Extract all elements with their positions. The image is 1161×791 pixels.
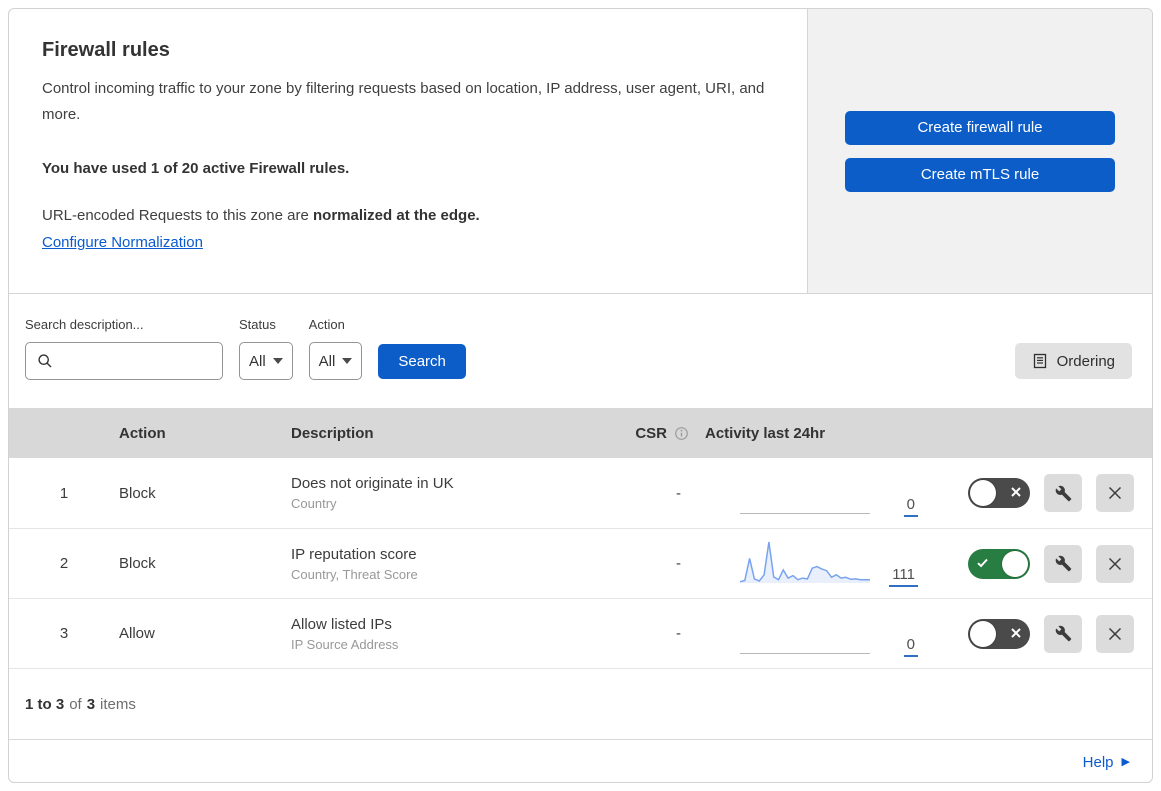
table-header: Action Description CSR Activity last 24h… (9, 408, 1152, 458)
rule-action: Block (119, 555, 156, 572)
close-icon (1107, 485, 1123, 501)
column-header-description: Description (291, 424, 374, 442)
rules-table-body: 1 Block Does not originate in UK Country… (9, 458, 1152, 669)
help-link[interactable]: Help ▶ (1083, 754, 1130, 771)
activity-sparkline-empty (740, 653, 870, 654)
delete-rule-button[interactable] (1096, 544, 1134, 583)
wrench-icon (1055, 485, 1072, 502)
rule-action: Block (119, 484, 156, 502)
actions-panel: Create firewall rule Create mTLS rule (807, 9, 1152, 293)
column-header-action: Action (119, 424, 166, 442)
info-icon[interactable] (674, 426, 689, 441)
column-header-csr: CSR (635, 424, 667, 442)
header-section: Firewall rules Control incoming traffic … (9, 9, 1152, 294)
toggle-knob (1002, 550, 1028, 577)
toggle-knob (970, 480, 996, 506)
ordering-button[interactable]: Ordering (1014, 343, 1132, 379)
usage-summary: You have used 1 of 20 active Firewall ru… (42, 160, 350, 177)
chevron-down-icon (342, 358, 353, 364)
close-icon (1107, 556, 1123, 572)
search-button[interactable]: Search (378, 344, 466, 379)
table-row: 3 Allow Allow listed IPs IP Source Addre… (9, 598, 1152, 668)
create-firewall-rule-button[interactable]: Create firewall rule (845, 110, 1115, 145)
x-icon (1011, 625, 1021, 643)
filter-bar: Search description... Status All Action (9, 294, 1152, 408)
firewall-rules-panel: Firewall rules Control incoming traffic … (8, 8, 1153, 783)
rule-priority: 1 (59, 484, 69, 502)
normalization-bold: normalized at the edge. (313, 207, 480, 224)
wrench-icon (1055, 625, 1072, 642)
activity-sparkline-chart (740, 540, 870, 584)
arrow-right-icon: ▶ (1121, 755, 1130, 768)
ordering-label: Ordering (1056, 352, 1115, 370)
rule-csr: - (676, 484, 681, 502)
ordering-list-icon (1032, 353, 1048, 369)
rule-enabled-toggle[interactable] (968, 618, 1030, 649)
column-header-activity: Activity last 24hr (705, 424, 826, 442)
items-total: 3 (86, 695, 96, 713)
rule-fields: Country, Threat Score (291, 566, 418, 582)
activity-count-link[interactable]: 0 (903, 636, 918, 657)
delete-rule-button[interactable] (1096, 474, 1134, 512)
rule-enabled-toggle[interactable] (968, 478, 1030, 508)
delete-rule-button[interactable] (1096, 614, 1134, 653)
status-label: Status (239, 317, 276, 332)
status-value: All (249, 352, 266, 370)
search-label: Search description... (25, 317, 144, 332)
page-title: Firewall rules (42, 39, 170, 61)
edit-rule-button[interactable] (1044, 544, 1082, 583)
normalization-prefix: URL-encoded Requests to this zone are (42, 207, 313, 224)
rule-priority: 2 (59, 555, 69, 572)
rule-description: Does not originate in UK (291, 475, 454, 492)
normalization-note: URL-encoded Requests to this zone are no… (42, 207, 767, 224)
check-icon (977, 555, 988, 573)
table-row: 1 Block Does not originate in UK Country… (9, 458, 1152, 528)
rule-description: IP reputation score (291, 545, 417, 563)
rule-csr: - (676, 625, 681, 642)
activity-count-link[interactable]: 0 (903, 496, 918, 517)
rule-priority: 3 (59, 625, 69, 642)
rule-fields: Country (291, 496, 337, 511)
table-row: 2 Block IP reputation score Country, Thr… (9, 528, 1152, 598)
items-range: 1 to 3 (25, 695, 65, 713)
rule-action: Allow (119, 625, 155, 642)
page-description: Control incoming traffic to your zone by… (42, 80, 765, 123)
wrench-icon (1055, 555, 1072, 572)
activity-count-link[interactable]: 111 (889, 566, 918, 587)
x-icon (1011, 484, 1021, 502)
status-dropdown[interactable]: All (239, 342, 293, 380)
action-label: Action (308, 317, 345, 332)
rule-fields: IP Source Address (291, 636, 399, 652)
activity-sparkline-empty (740, 513, 870, 514)
rule-description: Allow listed IPs (291, 615, 392, 633)
help-bar: Help ▶ (9, 739, 1152, 782)
create-mtls-rule-button[interactable]: Create mTLS rule (845, 157, 1115, 192)
search-box[interactable] (25, 342, 242, 380)
search-input[interactable] (61, 353, 242, 369)
close-icon (1107, 626, 1123, 642)
edit-rule-button[interactable] (1044, 614, 1082, 653)
header-text-block: Firewall rules Control incoming traffic … (9, 9, 807, 293)
pagination-summary: 1 to 3 of 3 items (25, 695, 136, 713)
edit-rule-button[interactable] (1044, 474, 1082, 512)
rule-csr: - (676, 555, 681, 572)
action-dropdown[interactable]: All (308, 342, 363, 380)
search-icon (37, 353, 53, 369)
action-value: All (318, 352, 336, 370)
configure-normalization-link[interactable]: Configure Normalization (42, 234, 203, 251)
toggle-knob (970, 620, 996, 647)
chevron-down-icon (272, 358, 283, 364)
rule-enabled-toggle[interactable] (968, 548, 1030, 579)
